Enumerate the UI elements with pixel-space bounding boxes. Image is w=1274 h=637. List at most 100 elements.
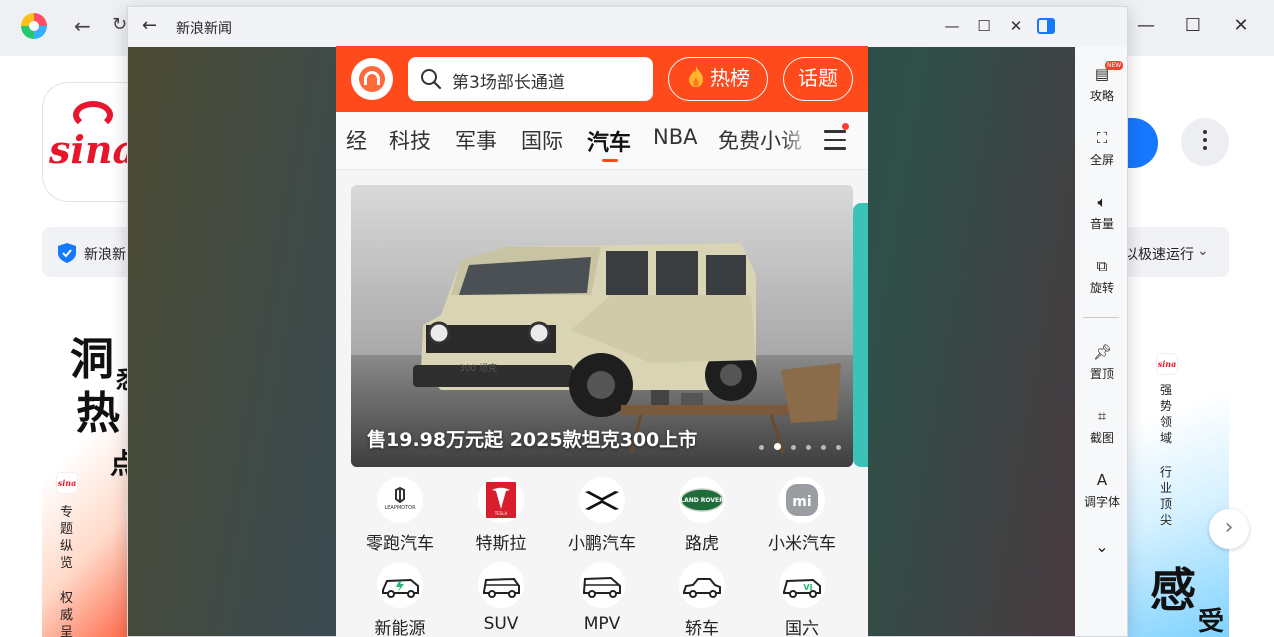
brand-xiaomi[interactable]: mi 小米汽车 [754,477,850,554]
brand-xpeng[interactable]: 小鹏汽车 [554,477,650,554]
minimize-icon[interactable]: — [941,15,963,37]
sina-mini-logo-icon-right: sina [1156,353,1178,375]
store-close-icon[interactable]: ✕ [1229,14,1253,38]
brand-tesla[interactable]: TESLA 特斯拉 [453,477,549,554]
search-placeholder: 第3场部长通道 [452,73,565,93]
channel-menu-button[interactable] [806,112,868,169]
promo-left-big-2: 热 [76,388,120,439]
back-arrow-icon[interactable]: ← [142,15,157,36]
sidebar-screenshot[interactable]: ⌗ 截图 [1075,407,1127,446]
brand-label: 小米汽车 [768,534,836,554]
type-sedan[interactable]: 轿车 [654,562,750,637]
hot-list-label: 热榜 [710,66,750,90]
tab-military[interactable]: 军事 [455,125,497,155]
close-icon[interactable]: ✕ [1005,15,1027,37]
sidebar-pin[interactable]: 📌︎ 置顶 [1075,343,1127,382]
fullscreen-icon: ⛶ [1096,129,1108,147]
new-badge: NEW [1105,61,1124,70]
brand-land-rover[interactable]: LAND ROVER 路虎 [654,477,750,554]
audio-button[interactable] [351,58,393,100]
search-icon [421,69,442,90]
next-banner-peek[interactable] [853,203,868,467]
promo-right-vertical-text: 强势领域 行业顶尖 [1160,383,1173,527]
menu-icon [824,130,846,156]
sina-mini-logo-icon: sina [56,472,78,494]
type-label: SUV [483,614,519,634]
sidebar-rotate[interactable]: ⧉ 旋转 [1075,257,1127,296]
sidebar-guide-label: 攻略 [1089,89,1114,103]
sidebar-volume[interactable]: 🔈︎ 音量 [1075,193,1127,232]
sidebar-guide[interactable]: ▤ NEW 攻略 [1075,61,1127,104]
carousel-next-button[interactable]: › [1209,509,1249,549]
tab-international[interactable]: 国际 [521,125,563,155]
sidebar-rotate-label: 旋转 [1089,281,1114,295]
headline-banner[interactable]: 300 坦克 售19.98万元起 2025款坦克300上市 [351,185,853,467]
brand-label: 特斯拉 [475,534,527,554]
brand-leapmotor[interactable]: LEAPMOTOR 零跑汽车 [352,477,448,554]
phone-header: 第3场部长通道 热榜 话题 [336,46,868,112]
suv-car-icon [478,562,524,608]
type-label: 轿车 [685,619,719,637]
info-speed-text: 以极速运行 [1124,247,1194,263]
sidebar-screenshot-label: 截图 [1089,431,1114,445]
sedan-car-icon [679,562,725,608]
promo-left-vertical-text: 专题纵览 权威呈 [60,505,74,637]
search-input[interactable]: 第3场部长通道 [408,57,653,101]
sidebar-divider [1083,317,1119,318]
crop-icon: ⌗ [1097,407,1107,425]
type-new-energy[interactable]: 新能源 [352,562,448,637]
shield-icon [58,243,76,263]
svg-text:VI: VI [803,583,812,592]
brand-label: 小鹏汽车 [568,534,636,554]
carousel-dots [759,435,851,454]
brand-label: 路虎 [685,534,719,554]
sina-logo-icon: sina [49,127,138,172]
sidebar-font-label: 调字体 [1083,495,1120,509]
sidebar-volume-label: 音量 [1089,217,1114,231]
promo-right-big-2: 受 [1198,607,1225,637]
hot-list-button[interactable]: 热榜 [668,57,768,101]
pin-icon: 📌︎ [1093,343,1113,361]
fire-icon [689,66,703,87]
rotate-icon: ⧉ [1096,257,1108,275]
sidebar-pin-label: 置顶 [1089,367,1114,381]
promo-left-big-1: 洞 [70,334,114,385]
svg-text:mi: mi [792,494,811,510]
store-maximize-icon[interactable]: ☐ [1181,14,1205,38]
tab-auto[interactable]: 汽车 [587,125,631,157]
phone-screen: 第3场部长通道 热榜 话题 经 科技 军事 国际 汽车 NBA 免费小说 300… [336,46,868,637]
china-vi-car-icon: VI [779,562,825,608]
sidebar-fullscreen[interactable]: ⛶ 全屏 [1075,129,1127,168]
sidebar-toggle-icon[interactable] [1037,17,1055,35]
tesla-logo-icon: TESLA [478,477,524,523]
promo-right-big-1: 感 [1150,563,1196,617]
type-label: MPV [583,614,621,634]
license-plate: 300 坦克 [459,363,497,374]
tab-finance[interactable]: 经 [346,125,367,155]
chevron-down-icon[interactable]: ⌄ [1197,243,1209,259]
sina-eye-icon [73,101,113,129]
more-dots-icon [1203,130,1207,154]
type-mpv[interactable]: MPV [554,562,650,634]
type-label: 新能源 [374,619,426,637]
brand-label: 零跑汽车 [366,534,434,554]
mpv-car-icon [579,562,625,608]
type-china-vi[interactable]: VI 国六 [754,562,850,637]
topic-button[interactable]: 话题 [783,57,853,101]
more-button[interactable] [1181,118,1229,166]
active-tab-indicator [602,159,618,162]
sidebar-expand[interactable]: ⌄ [1075,537,1127,556]
tab-tech[interactable]: 科技 [389,125,431,155]
chevron-down-icon: ⌄ [1095,537,1109,556]
sidebar-font[interactable]: A 调字体 [1075,471,1127,510]
leapmotor-logo-icon: LEAPMOTOR [377,477,423,523]
store-back-icon[interactable]: ← [74,14,98,38]
svg-text:TESLA: TESLA [494,511,508,516]
land-rover-logo-icon: LAND ROVER [679,477,725,523]
volume-icon: 🔈︎ [1097,193,1107,211]
tab-nba[interactable]: NBA [653,125,697,149]
maximize-icon[interactable]: ☐ [973,15,995,37]
store-minimize-icon[interactable]: — [1134,14,1158,38]
type-suv[interactable]: SUV [453,562,549,634]
headphone-icon [359,66,385,92]
